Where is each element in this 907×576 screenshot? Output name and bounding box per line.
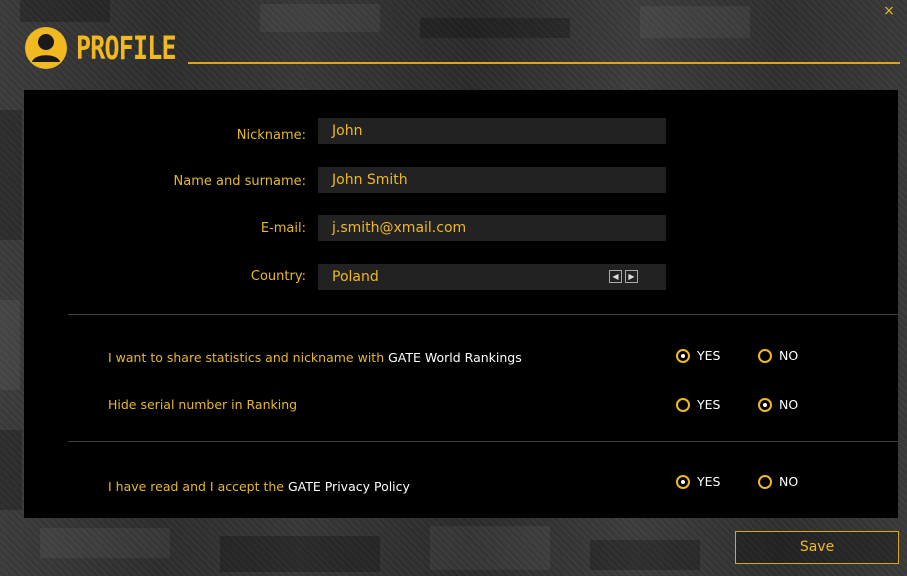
gate-world-rankings-text: GATE World Rankings [388,350,522,365]
divider [68,314,898,315]
privacy-policy-text: I have read and I accept the [108,479,288,494]
country-value: Poland [332,269,379,285]
country-selector[interactable]: Poland ◀ ▶ [318,264,666,290]
nickname-label: Nickname: [236,128,306,143]
radio-yes-label: YES [697,397,721,412]
email-input[interactable]: j.smith@xmail.com [318,215,666,241]
divider [68,441,898,442]
radio-empty-icon [758,349,772,363]
user-profile-icon [25,27,67,69]
gate-privacy-policy-link[interactable]: GATE Privacy Policy [288,479,410,494]
radio-selected-icon [758,398,772,412]
radio-no-label: NO [779,397,799,412]
profile-form-panel: Nickname: John Name and surname: John Sm… [24,90,898,518]
header-divider [188,62,900,64]
radio-empty-icon [758,475,772,489]
radio-empty-icon [676,398,690,412]
radio-selected-icon [676,349,690,363]
page-title: PROFILE [76,29,177,67]
share-stats-yes-radio[interactable]: YES [676,348,728,364]
hide-serial-no-radio[interactable]: NO [758,397,804,413]
country-prev-button[interactable]: ◀ [609,270,622,283]
nickname-input[interactable]: John [318,118,666,144]
share-stats-question: I want to share statistics and nickname … [108,350,522,365]
radio-yes-label: YES [697,348,721,363]
name-surname-input[interactable]: John Smith [318,167,666,193]
radio-no-label: NO [779,348,799,363]
radio-selected-icon [676,475,690,489]
country-next-button[interactable]: ▶ [625,270,638,283]
country-label: Country: [250,269,306,284]
hide-serial-question: Hide serial number in Ranking [108,397,298,412]
share-stats-text: I want to share statistics and nickname … [108,350,389,365]
share-stats-no-radio[interactable]: NO [758,348,804,364]
close-button[interactable]: × [881,3,897,19]
privacy-policy-yes-radio[interactable]: YES [676,474,728,490]
radio-no-label: NO [779,474,799,489]
privacy-policy-question: I have read and I accept the GATE Privac… [108,479,410,494]
name-surname-label: Name and surname: [173,174,306,189]
radio-yes-label: YES [697,474,721,489]
save-button[interactable]: Save [735,531,899,564]
privacy-policy-no-radio[interactable]: NO [758,474,804,490]
email-label: E-mail: [260,221,306,236]
hide-serial-yes-radio[interactable]: YES [676,397,728,413]
